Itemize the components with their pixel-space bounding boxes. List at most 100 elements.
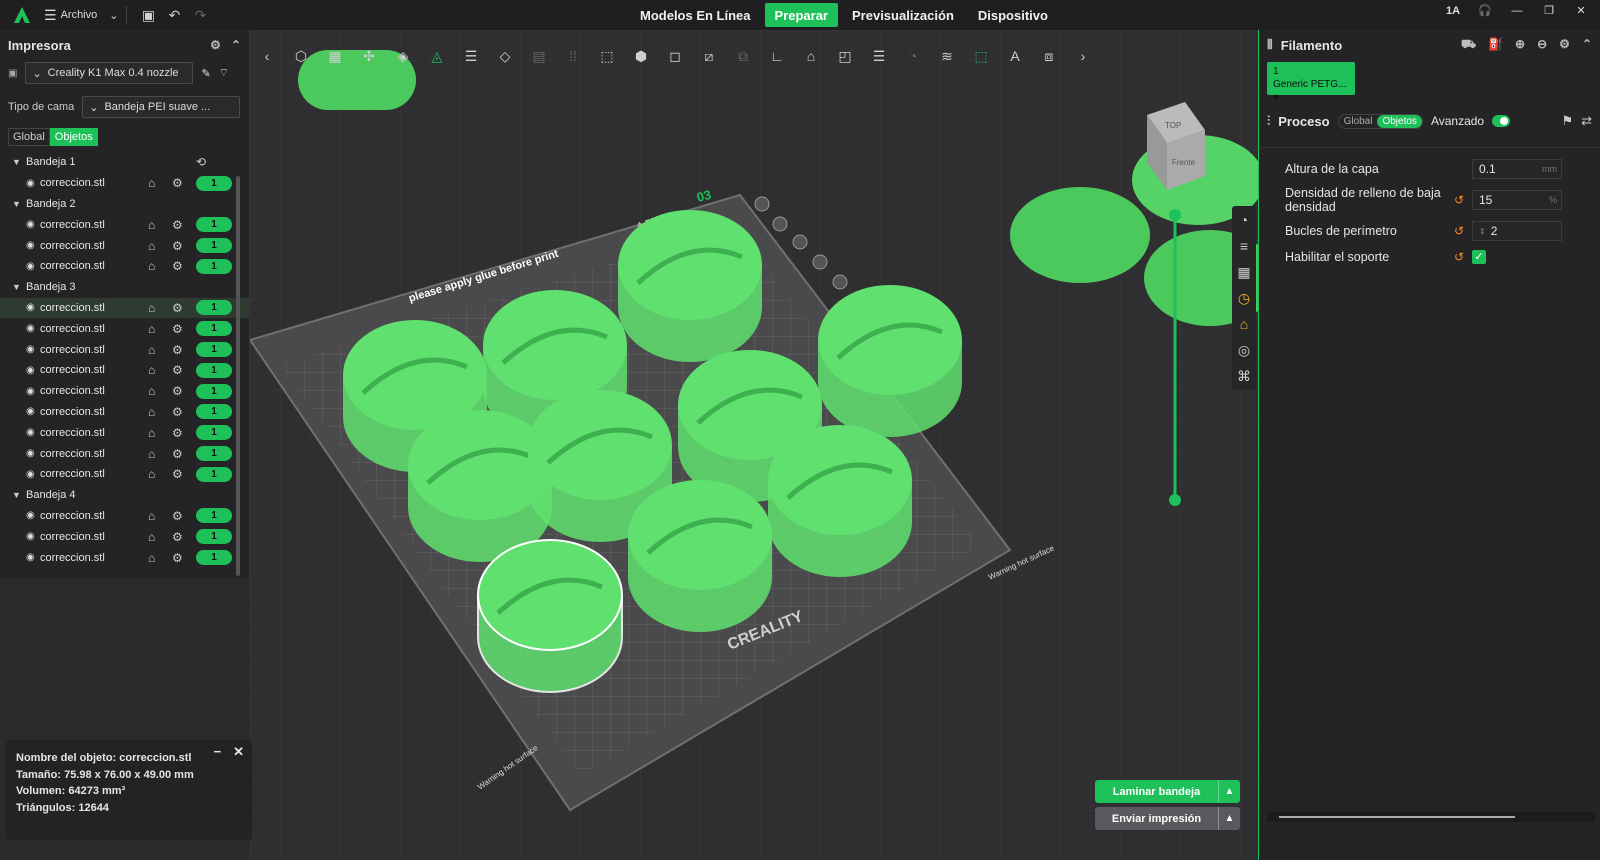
object-settings-icon[interactable]: ⚙ — [172, 405, 183, 419]
tab-device[interactable]: Dispositivo — [968, 3, 1058, 27]
object-settings-icon[interactable]: ⚙ — [172, 426, 183, 440]
object-settings-icon[interactable]: ⚙ — [172, 239, 183, 253]
advanced-toggle[interactable] — [1492, 115, 1511, 127]
save-icon[interactable]: ▣ — [135, 4, 161, 26]
color-paint-icon[interactable]: ◔ — [900, 45, 926, 67]
support-settings-icon[interactable]: ⌂ — [148, 259, 155, 273]
visibility-eye-icon[interactable]: ◉ — [26, 261, 40, 272]
process-compare-icon[interactable]: ⇄ — [1581, 113, 1592, 129]
support-settings-icon[interactable]: ⌂ — [148, 509, 155, 523]
support-settings-icon[interactable]: ⌂ — [148, 363, 155, 377]
printer-select[interactable]: ⌄ Creality K1 Max 0.4 nozzle — [25, 62, 194, 84]
send-print-button[interactable]: Enviar impresión ▲ — [1095, 807, 1240, 830]
visibility-eye-icon[interactable]: ◉ — [26, 510, 40, 521]
stepper-arrows-icon[interactable]: ⇕ — [1479, 227, 1486, 236]
process-global-tab[interactable]: Global — [1339, 115, 1378, 128]
filament-index-badge[interactable]: 1 — [196, 425, 232, 441]
rotate-icon[interactable]: ◻ — [662, 45, 688, 67]
plate-orient-icon[interactable] — [792, 234, 808, 250]
view-target-icon[interactable]: ◎ — [1234, 340, 1254, 360]
remove-filament-icon[interactable]: ⊖ — [1537, 37, 1547, 53]
tree-object-row[interactable]: ◉ correccion.stl ⌂ ⚙ 1 — [0, 526, 249, 547]
settings-gear-icon[interactable]: ⚙ — [210, 38, 221, 52]
slice-plate-button[interactable]: Laminar bandeja ▲ — [1095, 780, 1240, 803]
knob-model[interactable] — [818, 285, 962, 437]
object-settings-icon[interactable]: ⚙ — [172, 259, 183, 273]
support-settings-icon[interactable]: ⌂ — [148, 322, 155, 336]
tree-object-row[interactable]: ◉ correccion.stl ⌂ ⚙ 1 — [0, 360, 249, 381]
tree-plate-row[interactable]: ▼ Bandeja 3 — [0, 277, 249, 298]
panel-scrollbar[interactable] — [1267, 812, 1595, 822]
tree-object-row[interactable]: ◉ correccion.stl ⌂ ⚙ 1 — [0, 547, 249, 568]
filament-dryer-icon[interactable]: ⛽ — [1488, 37, 1503, 53]
support-settings-icon[interactable]: ⌂ — [148, 218, 155, 232]
infill-density-input[interactable]: 15 % — [1472, 190, 1562, 210]
filament-index-badge[interactable]: 1 — [196, 321, 232, 337]
tab-online-models[interactable]: Modelos En Línea — [630, 3, 761, 27]
visibility-eye-icon[interactable]: ◉ — [26, 469, 40, 480]
tree-object-row[interactable]: ◉ correccion.stl ⌂ ⚙ 1 — [0, 297, 249, 319]
visibility-eye-icon[interactable]: ◉ — [26, 531, 40, 542]
support-settings-icon[interactable]: ⌂ — [148, 343, 155, 357]
object-settings-icon[interactable]: ⚙ — [172, 322, 183, 336]
tree-object-row[interactable]: ◉ correccion.stl ⌂ ⚙ 1 — [0, 318, 249, 339]
tree-object-row[interactable]: ◉ correccion.stl ⌂ ⚙ 1 — [0, 339, 249, 360]
plate-close-icon[interactable] — [754, 196, 770, 212]
reset-icon[interactable]: ↺ — [1454, 224, 1472, 238]
visibility-eye-icon[interactable]: ◉ — [26, 344, 40, 355]
brim-icon[interactable]: ⬚ — [968, 45, 994, 67]
file-menu-button[interactable]: ☰ Archivo ⌄ — [44, 7, 118, 24]
collapse-left-icon[interactable]: ‹ — [254, 45, 280, 67]
visibility-eye-icon[interactable]: ◉ — [26, 178, 40, 189]
assembly-icon[interactable]: ⧈ — [1036, 45, 1062, 67]
visibility-eye-icon[interactable]: ◉ — [26, 323, 40, 334]
tree-object-row[interactable]: ◉ correccion.stl ⌂ ⚙ 1 — [0, 214, 249, 235]
plate-lock-icon[interactable] — [812, 254, 828, 270]
cut-icon[interactable]: ⧄ — [696, 45, 722, 67]
view-command-icon[interactable]: ⌘ — [1234, 366, 1254, 386]
visibility-eye-icon[interactable]: ◉ — [26, 386, 40, 397]
support-settings-icon[interactable]: ⌂ — [148, 239, 155, 253]
auto-arrange-icon[interactable]: ◬ — [424, 45, 450, 67]
close-icon[interactable]: ✕ — [1570, 4, 1592, 17]
filament-index-badge[interactable]: 1 — [196, 362, 232, 378]
wifi-icon[interactable]: ⌔ — [219, 66, 229, 80]
visibility-eye-icon[interactable]: ◉ — [26, 302, 40, 313]
tab-prepare[interactable]: Preparar — [764, 3, 838, 27]
support-settings-icon[interactable]: ⌂ — [148, 405, 155, 419]
enable-support-checkbox[interactable]: ✓ — [1472, 250, 1486, 264]
language-button[interactable]: 1A — [1442, 5, 1464, 17]
object-settings-icon[interactable]: ⚙ — [172, 530, 183, 544]
scale-icon[interactable]: ⬚ — [594, 45, 620, 67]
tree-object-row[interactable]: ◉ correccion.stl ⌂ ⚙ 1 — [0, 464, 249, 485]
minimize-info-icon[interactable]: − — [214, 744, 222, 761]
plate-settings-icon[interactable]: ⟲ — [196, 155, 206, 169]
split-objects-icon[interactable]: ▤ — [526, 45, 552, 67]
lay-on-face-icon[interactable]: ◇ — [492, 45, 518, 67]
filament-settings-icon[interactable]: ⚙ — [1559, 37, 1570, 53]
support-settings-icon[interactable]: ⌂ — [148, 426, 155, 440]
fuzzy-skin-icon[interactable]: ≋ — [934, 45, 960, 67]
object-settings-icon[interactable]: ⚙ — [172, 467, 183, 481]
knob-model[interactable] — [477, 539, 623, 693]
object-settings-icon[interactable]: ⚙ — [172, 551, 183, 565]
filament-index-badge[interactable]: 1 — [196, 300, 232, 316]
filament-index-badge[interactable]: 1 — [196, 258, 232, 274]
expand-triangle-icon[interactable]: ▼ — [12, 157, 26, 167]
filament-chip[interactable]: 1 Generic PETG... ▾ — [1267, 62, 1355, 103]
chevron-up-icon[interactable]: ▲ — [1218, 780, 1240, 803]
object-settings-icon[interactable]: ⚙ — [172, 384, 183, 398]
collapse-icon[interactable]: ⌃ — [231, 38, 241, 52]
minimize-icon[interactable]: — — [1506, 5, 1528, 17]
tree-object-row[interactable]: ◉ correccion.stl ⌂ ⚙ 1 — [0, 235, 249, 256]
view-speed-icon[interactable]: ◷ — [1234, 288, 1254, 308]
expand-triangle-icon[interactable]: ▼ — [12, 199, 26, 209]
support-settings-icon[interactable]: ⌂ — [148, 530, 155, 544]
chevron-up-icon[interactable]: ▲ — [1218, 807, 1240, 830]
tree-object-row[interactable]: ◉ correccion.stl ⌂ ⚙ 1 — [0, 443, 249, 464]
support-settings-icon[interactable]: ⌂ — [148, 176, 155, 190]
maximize-icon[interactable]: ❐ — [1538, 4, 1560, 17]
scene-canvas[interactable]: 03 A Plate please apply glue before prin… — [250, 30, 1260, 860]
process-objects-tab[interactable]: Objetos — [1377, 114, 1422, 128]
support-icon[interactable]: 🎧 — [1474, 4, 1496, 17]
